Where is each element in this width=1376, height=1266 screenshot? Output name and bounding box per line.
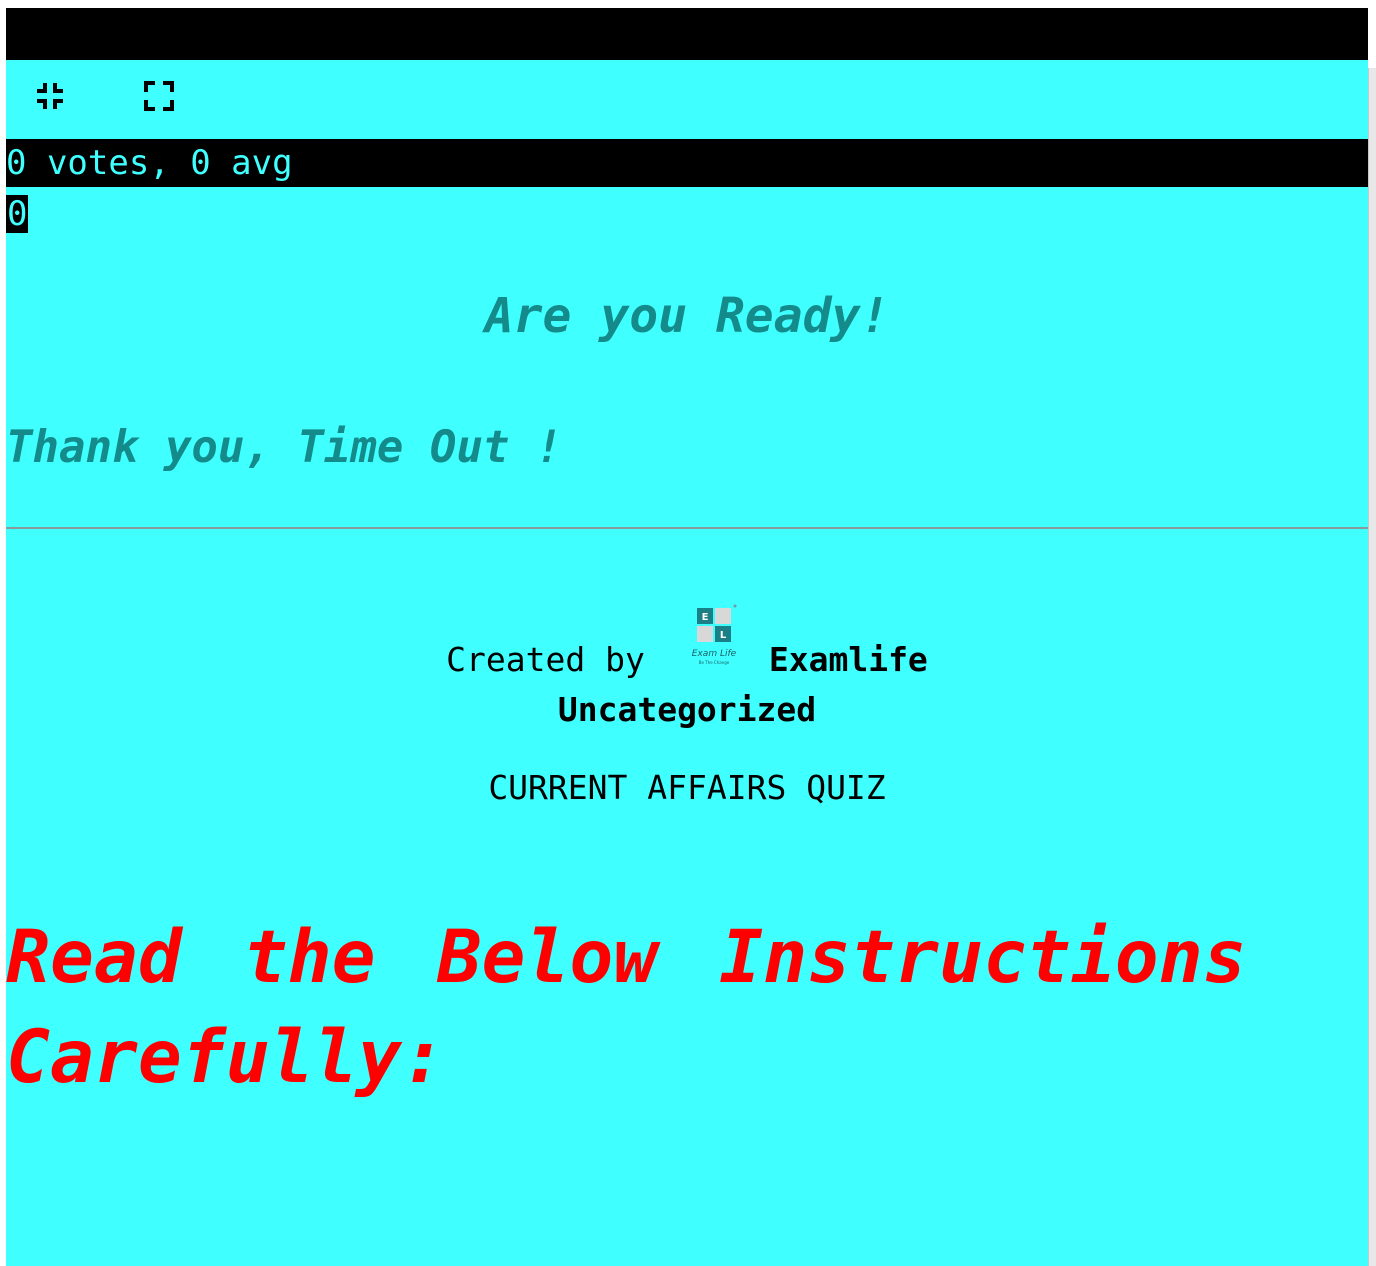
quiz-title: CURRENT AFFAIRS QUIZ <box>488 768 886 807</box>
examlife-logo: E L Exam Life Be The Change <box>679 604 743 672</box>
logo-letter-l: L <box>720 630 727 641</box>
scrollbar[interactable] <box>1368 68 1376 1266</box>
exit-fullscreen-icon[interactable] <box>34 80 66 112</box>
rating-count: 0 <box>6 194 29 234</box>
quiz-frame: 0 votes, 0 avg 0 Are you Ready! Thank yo… <box>6 8 1368 1266</box>
logo-tagline: Be The Change <box>699 660 730 665</box>
logo-letter-e: E <box>701 612 708 623</box>
logo-wordmark: Exam Life <box>692 649 737 659</box>
ready-message: Are you Ready! <box>484 288 890 344</box>
divider <box>6 527 1368 529</box>
created-by-line: Created by E L Exam Life Be The Change E… <box>6 594 1368 684</box>
top-bar <box>6 8 1368 60</box>
fullscreen-icon[interactable] <box>143 80 175 112</box>
timeout-message: Thank you, Time Out ! <box>6 422 563 473</box>
author-name: Examlife <box>768 640 928 679</box>
quiz-controls <box>6 60 1368 139</box>
quiz-category: Uncategorized <box>557 690 817 729</box>
rating-summary: 0 votes, 0 avg <box>6 139 1368 187</box>
instructions-heading: Read the Below Instructions Carefully: <box>6 915 1247 1100</box>
created-by-label: Created by <box>446 640 645 679</box>
